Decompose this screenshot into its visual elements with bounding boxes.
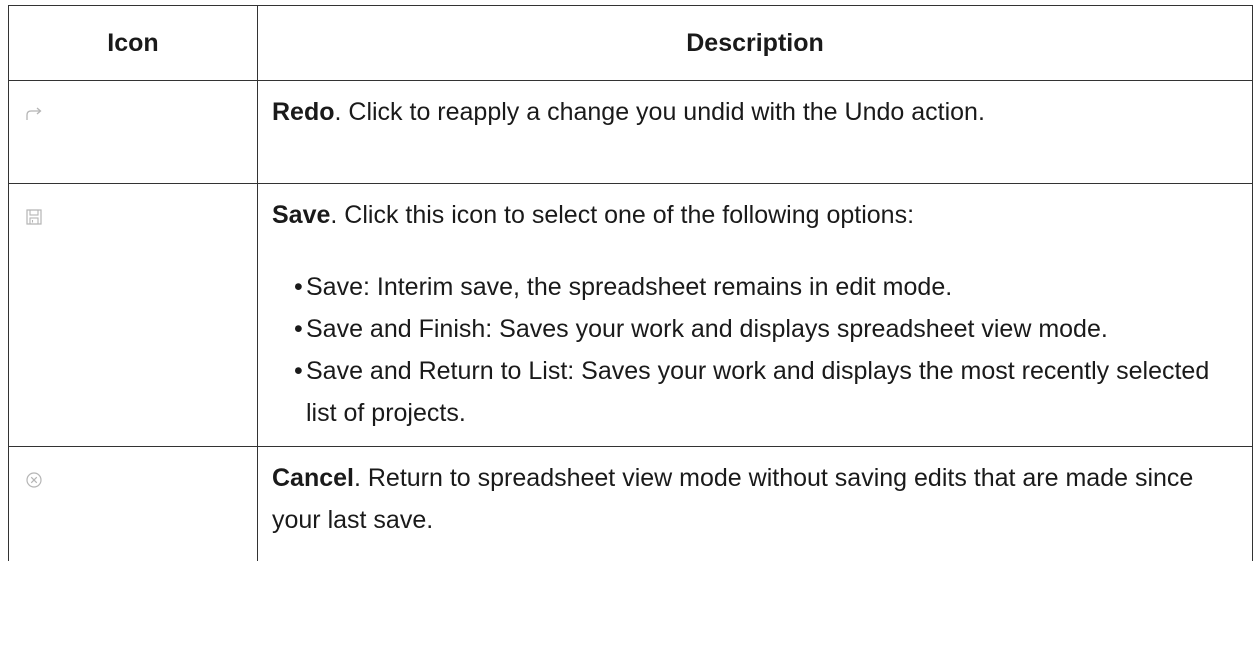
- save-icon: [21, 204, 47, 230]
- cancel-icon: [21, 467, 47, 493]
- header-icon: Icon: [8, 5, 258, 81]
- icon-cell: [8, 446, 258, 561]
- list-item: Save and Finish: Saves your work and dis…: [294, 308, 1238, 350]
- description-cell: Save. Click this icon to select one of t…: [257, 183, 1253, 447]
- redo-icon: [21, 101, 47, 127]
- icon-cell: [8, 80, 258, 184]
- list-item: Save: Interim save, the spreadsheet rema…: [294, 266, 1238, 308]
- cancel-text: . Return to spreadsheet view mode withou…: [272, 464, 1194, 534]
- cancel-title: Cancel: [272, 464, 354, 492]
- header-description: Description: [257, 5, 1253, 81]
- save-text: . Click this icon to select one of the f…: [330, 201, 915, 229]
- description-cell: Cancel. Return to spreadsheet view mode …: [257, 446, 1253, 561]
- redo-text: . Click to reapply a change you undid wi…: [334, 98, 985, 126]
- icon-description-table: Icon Description Redo. Click to reapply …: [8, 5, 1253, 561]
- table-row: Cancel. Return to spreadsheet view mode …: [8, 446, 1253, 561]
- list-item: Save and Return to List: Saves your work…: [294, 350, 1238, 434]
- table-row: Redo. Click to reapply a change you undi…: [8, 80, 1253, 184]
- save-title: Save: [272, 201, 331, 229]
- table-row: Save. Click this icon to select one of t…: [8, 183, 1253, 447]
- table-header-row: Icon Description: [8, 5, 1253, 81]
- save-options-list: Save: Interim save, the spreadsheet rema…: [272, 266, 1238, 434]
- redo-title: Redo: [272, 98, 335, 126]
- icon-cell: [8, 183, 258, 447]
- description-cell: Redo. Click to reapply a change you undi…: [257, 80, 1253, 184]
